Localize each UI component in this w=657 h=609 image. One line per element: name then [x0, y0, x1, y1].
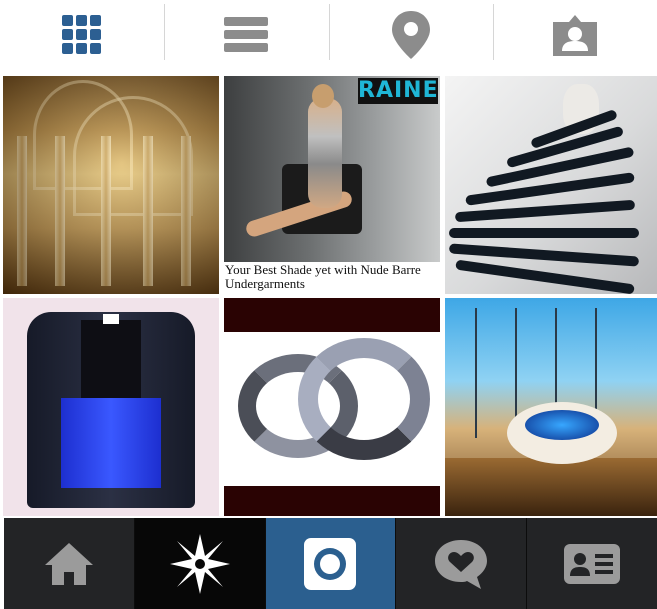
grid-view-icon	[62, 15, 102, 54]
brand-logo: RAINE	[358, 78, 439, 104]
post-caption: Your Best Shade yet with Nude Barre Unde…	[225, 262, 421, 291]
tagged-photos-icon	[552, 15, 597, 56]
profile-card-icon	[564, 543, 621, 584]
profile-screen: RAINE Your Best Shade yet with Nude Barr…	[0, 0, 657, 609]
bracelets-photo[interactable]	[224, 298, 440, 516]
palace-interior-photo[interactable]	[3, 76, 219, 294]
home-icon	[44, 542, 93, 585]
explore-star-icon	[169, 533, 230, 594]
fashion-ad-photo[interactable]: RAINE Your Best Shade yet with Nude Barr…	[224, 76, 440, 294]
camera-icon	[304, 537, 357, 590]
photo-grid: RAINE Your Best Shade yet with Nude Barr…	[3, 76, 657, 516]
nav-profile[interactable]	[527, 518, 657, 609]
tab-list-view[interactable]	[164, 0, 328, 70]
futuristic-room-photo[interactable]	[445, 298, 657, 516]
tab-map-view[interactable]	[328, 0, 493, 70]
bottom-navigation	[4, 518, 657, 609]
nav-activity[interactable]	[396, 518, 527, 609]
nav-explore[interactable]	[134, 518, 265, 609]
nav-home[interactable]	[4, 518, 134, 609]
tab-grid-view[interactable]	[0, 0, 164, 70]
profile-view-tabs	[0, 0, 657, 70]
tab-tagged-photos[interactable]	[492, 0, 657, 70]
location-pin-icon	[391, 11, 430, 59]
blazer-photo[interactable]	[3, 298, 219, 516]
sculptural-garment-photo[interactable]	[445, 76, 657, 294]
list-view-icon	[224, 17, 269, 52]
activity-heart-icon	[435, 539, 488, 589]
nav-camera[interactable]	[265, 518, 396, 609]
